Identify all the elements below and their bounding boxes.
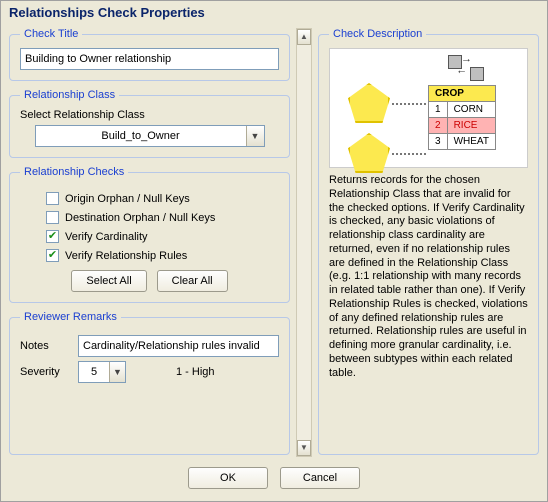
chevron-down-icon[interactable]: ▼ (246, 126, 264, 146)
check-rules-row: ✔ Verify Relationship Rules (46, 249, 279, 262)
check-description-legend: Check Description (329, 28, 426, 40)
table-row: 1CORN (429, 102, 496, 118)
severity-combo[interactable]: 5 ▼ (78, 361, 126, 383)
diagram-table: CROP 1CORN 2RICE 3WHEAT (428, 85, 496, 150)
check-origin-label: Origin Orphan / Null Keys (65, 193, 190, 205)
chevron-down-icon[interactable]: ▼ (109, 362, 125, 382)
checks-button-row: Select All Clear All (20, 270, 279, 292)
polygon-icon (348, 133, 390, 173)
dialog-button-bar: OK Cancel (1, 457, 547, 501)
relationship-checks-group: Relationship Checks Origin Orphan / Null… (9, 166, 290, 303)
scroll-up-icon[interactable]: ▲ (297, 29, 311, 45)
dotted-connector-icon (392, 103, 426, 105)
cancel-button[interactable]: Cancel (280, 467, 360, 489)
severity-row: Severity 5 ▼ 1 - High (20, 361, 279, 383)
relationship-class-label: Select Relationship Class (20, 109, 279, 121)
relationship-class-value: Build_to_Owner (36, 126, 246, 146)
window-title: Relationships Check Properties (1, 1, 547, 26)
notes-input[interactable] (78, 335, 279, 357)
check-dest-row: Destination Orphan / Null Keys (46, 211, 279, 224)
description-text: Returns records for the chosen Relations… (329, 174, 528, 444)
check-origin-box[interactable] (46, 192, 59, 205)
notes-label: Notes (20, 340, 68, 352)
check-cardinality-box[interactable]: ✔ (46, 230, 59, 243)
severity-label: Severity (20, 366, 68, 378)
check-description-group: Check Description → → CROP 1CORN 2RICE 3… (318, 28, 539, 455)
check-rules-box[interactable]: ✔ (46, 249, 59, 262)
check-title-input[interactable] (20, 48, 279, 70)
relationship-checks-legend: Relationship Checks (20, 166, 128, 178)
relationship-class-combo[interactable]: Build_to_Owner ▼ (35, 125, 265, 147)
relationship-class-legend: Relationship Class (20, 89, 119, 101)
check-rules-label: Verify Relationship Rules (65, 250, 187, 262)
relationship-class-group: Relationship Class Select Relationship C… (9, 89, 290, 158)
notes-row: Notes (20, 335, 279, 357)
table-row: 3WHEAT (429, 134, 496, 150)
check-title-group: Check Title (9, 28, 290, 81)
arrow-left-icon: → (456, 67, 467, 79)
left-pane: Check Title Relationship Class Select Re… (7, 26, 292, 457)
right-pane: Check Description → → CROP 1CORN 2RICE 3… (316, 26, 541, 457)
check-dest-box[interactable] (46, 211, 59, 224)
severity-hint: 1 - High (176, 366, 215, 378)
polygon-icon (348, 83, 390, 123)
dotted-connector-icon (392, 153, 426, 155)
description-diagram: → → CROP 1CORN 2RICE 3WHEAT (329, 48, 528, 168)
clear-all-button[interactable]: Clear All (157, 270, 228, 292)
arrow-right-icon: → (461, 53, 472, 65)
dialog-window: Relationships Check Properties Check Tit… (0, 0, 548, 502)
reviewer-remarks-legend: Reviewer Remarks (20, 311, 121, 323)
table-row: 2RICE (429, 118, 496, 134)
check-cardinality-row: ✔ Verify Cardinality (46, 230, 279, 243)
select-all-button[interactable]: Select All (71, 270, 146, 292)
check-origin-row: Origin Orphan / Null Keys (46, 192, 279, 205)
ok-button[interactable]: OK (188, 467, 268, 489)
diagram-table-header: CROP (429, 86, 496, 102)
check-title-legend: Check Title (20, 28, 82, 40)
scroll-down-icon[interactable]: ▼ (297, 440, 311, 456)
content-area: Check Title Relationship Class Select Re… (1, 26, 547, 457)
left-scrollbar[interactable]: ▲ ▼ (296, 26, 312, 457)
check-dest-label: Destination Orphan / Null Keys (65, 212, 215, 224)
check-cardinality-label: Verify Cardinality (65, 231, 148, 243)
severity-value: 5 (79, 362, 109, 382)
diagram-box-icon (470, 67, 484, 81)
reviewer-remarks-group: Reviewer Remarks Notes Severity 5 ▼ 1 - … (9, 311, 290, 455)
